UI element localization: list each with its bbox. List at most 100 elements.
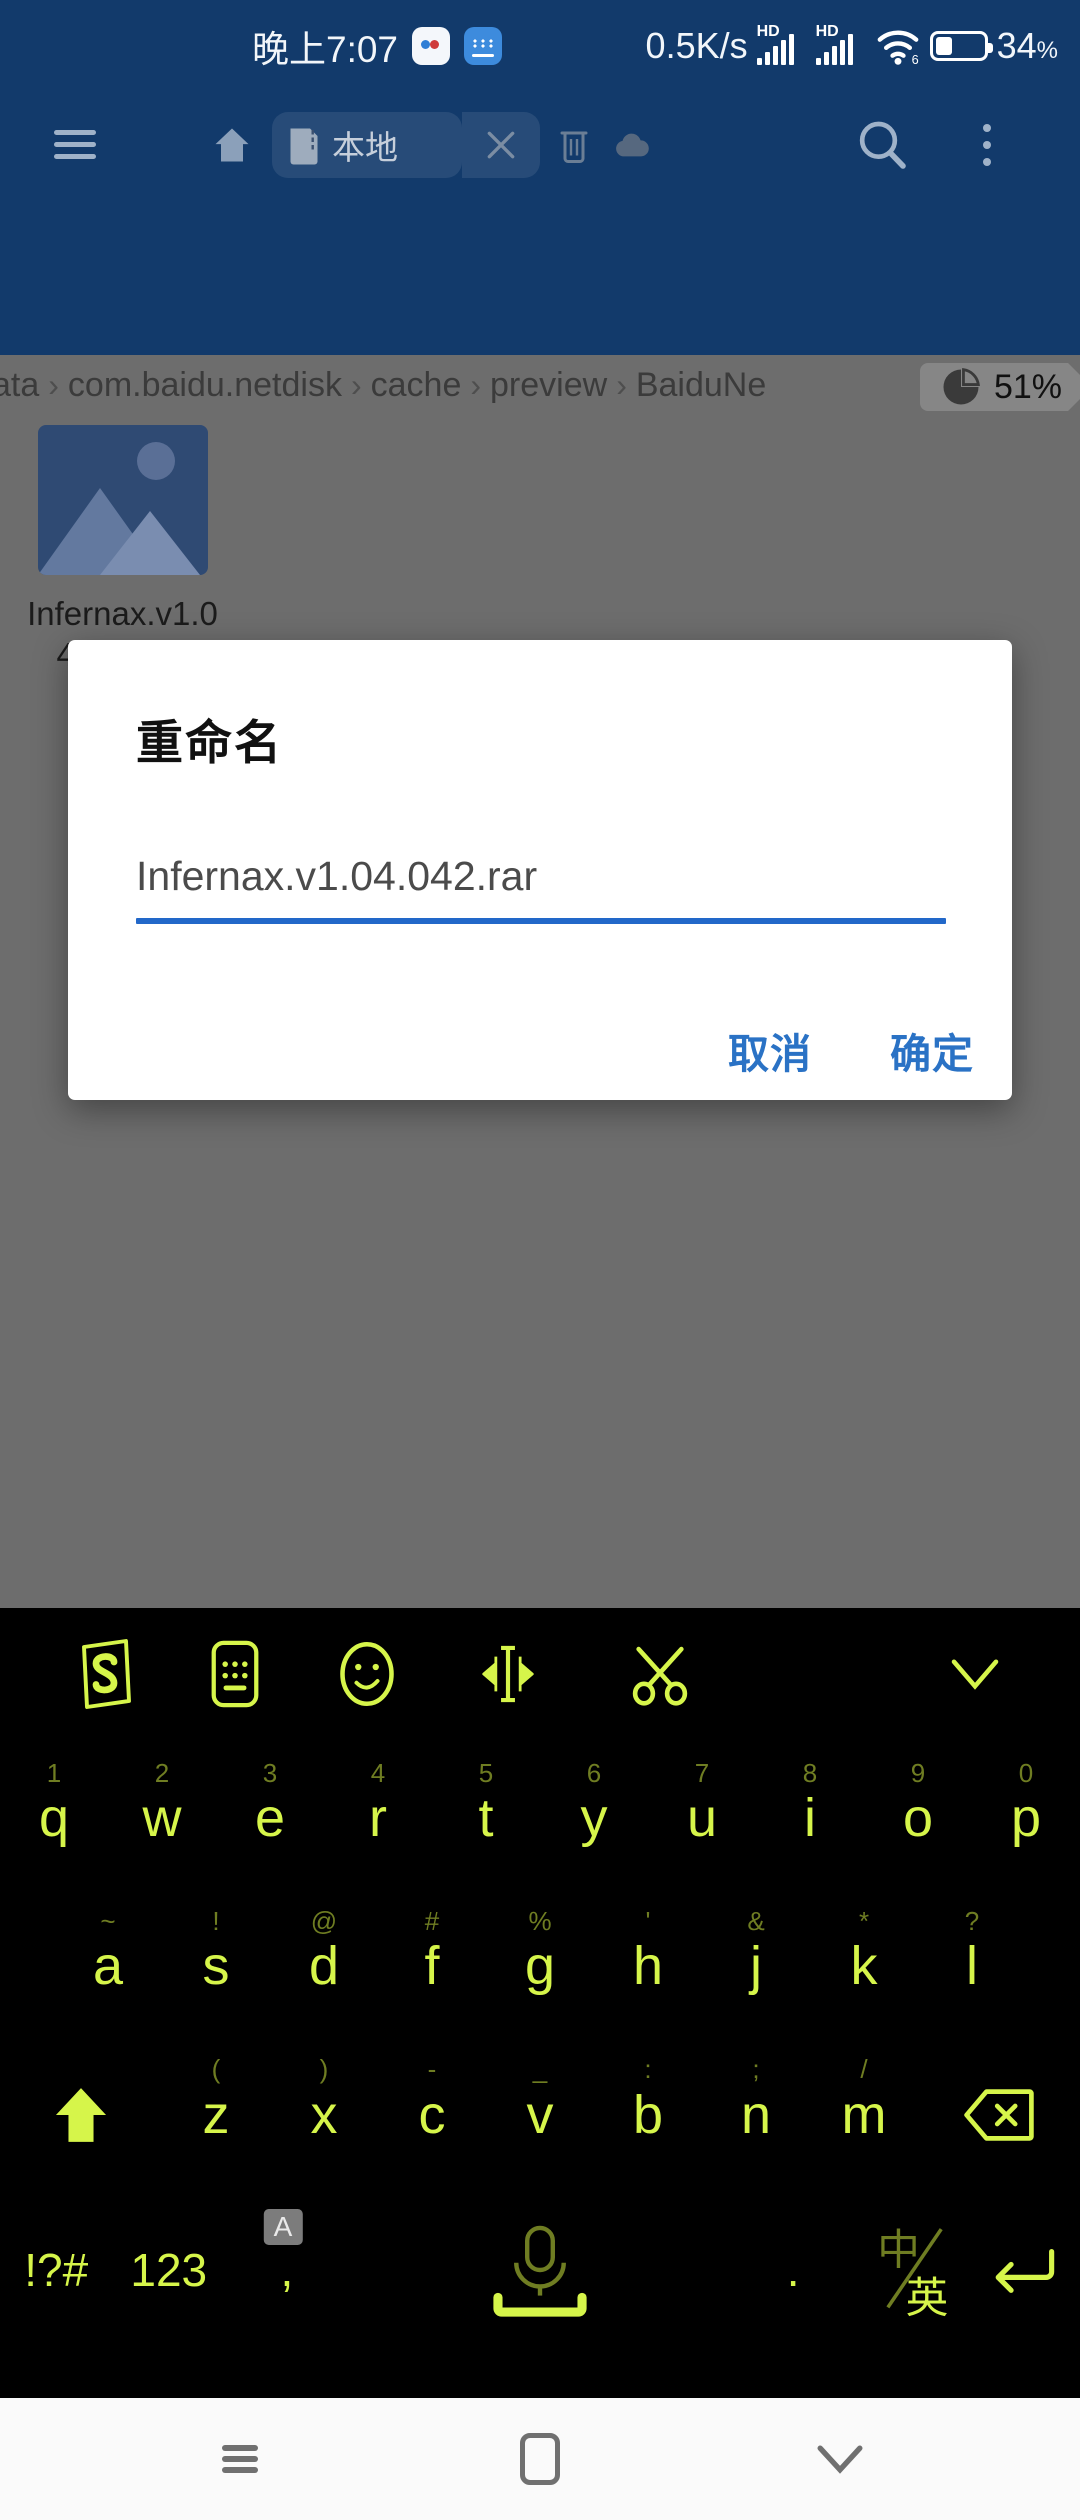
key-alt: 6 [586,1758,602,1788]
collapse-chevron-down-icon [817,2445,863,2474]
symbols-key[interactable]: !?# [0,2190,113,2350]
key-x[interactable]: ) x [270,2040,378,2190]
backspace-key[interactable] [918,2040,1080,2190]
key-y[interactable]: 6y [540,1744,648,1892]
rename-input[interactable] [136,840,946,912]
numbers-key[interactable]: 123 [113,2190,226,2350]
key-label: t [478,1788,494,1848]
key-label: c [418,2085,446,2145]
sogou-logo-icon [82,1639,131,1709]
key-q[interactable]: 1q [0,1744,108,1892]
dialog-title: 重命名 [136,716,283,769]
key-alt: ' [645,1906,651,1936]
period-label: . [786,2244,800,2296]
keyboard-row-4: !?# 123 A , . 中 英 [0,2190,1080,2350]
key-p[interactable]: 0p [972,1744,1080,1892]
key-label: x [310,2085,338,2145]
key-label: a [92,1936,124,1996]
key-o[interactable]: 9o [864,1744,972,1892]
key-v[interactable]: _ v [486,2040,594,2190]
key-c[interactable]: -c [378,2040,486,2190]
key-alt: / [860,2054,868,2084]
sogou-keyboard: 1q 2w 3e 4r 5t 6y 7u 8i 9o 0p ~ a ! s @ d #… [0,1608,1080,2398]
emoji-button[interactable] [312,1608,422,1740]
key-label: w [142,1788,182,1848]
key-alt: 8 [802,1758,818,1788]
enter-key[interactable] [968,2190,1080,2350]
key-alt: _ [532,2054,548,2084]
key-f[interactable]: # f [378,1892,486,2040]
microphone-space-icon [493,2225,587,2317]
space-key[interactable] [349,2190,732,2350]
key-alt: 4 [370,1758,386,1788]
key-h[interactable]: ' h [594,1892,702,2040]
key-u[interactable]: 7u [648,1744,756,1892]
key-label: f [424,1936,440,1996]
keyboard-row-2: ~ a ! s @ d # f % g ' h & j * k ? l [0,1892,1080,2040]
key-t[interactable]: 5t [432,1744,540,1892]
key-alt: ( [211,2054,221,2084]
key-label: d [308,1936,340,1996]
key-g[interactable]: % g [486,1892,594,2040]
key-alt: ? [964,1906,980,1936]
key-label: j [750,1936,762,1996]
key-alt: ) [319,2054,329,2084]
key-l[interactable]: ? l [918,1892,1026,2040]
backspace-icon [964,2089,1034,2141]
sogou-logo-button[interactable] [50,1608,160,1740]
collapse-keyboard-icon [951,1659,999,1690]
key-k[interactable]: * k [810,1892,918,2040]
key-n[interactable]: ; n [702,2040,810,2190]
key-alt: ~ [100,1906,116,1936]
clipboard-button[interactable] [600,1608,720,1740]
keyboard-row-1: 1q 2w 3e 4r 5t 6y 7u 8i 9o 0p [0,1744,1080,1892]
key-d[interactable]: @ d [270,1892,378,2040]
back-button[interactable] [785,2398,895,2520]
keyboard-settings-icon [211,1640,259,1708]
key-alt: : [644,2054,652,2084]
key-label: b [632,2085,664,2145]
cursor-move-button[interactable] [448,1608,568,1740]
key-s[interactable]: ! s [162,1892,270,2040]
key-alt: 2 [154,1758,170,1788]
recents-icon [222,2440,258,2478]
key-alt: - [427,2054,437,2084]
language-toggle-key[interactable]: 中 英 [855,2190,968,2350]
key-alt: ; [752,2054,760,2084]
key-alt: 1 [46,1758,62,1788]
home-button-nav[interactable] [485,2398,595,2520]
key-m[interactable]: / m [810,2040,918,2190]
key-e[interactable]: 3e [216,1744,324,1892]
cursor-move-icon [482,1645,534,1703]
scissors-clipboard-icon [632,1646,688,1706]
key-label: o [902,1788,934,1848]
key-w[interactable]: 2w [108,1744,216,1892]
key-label: k [850,1936,878,1996]
collapse-keyboard-button[interactable] [920,1608,1030,1740]
comma-label: , [280,2244,294,2296]
keyboard-settings-button[interactable] [180,1608,290,1740]
key-a[interactable]: ~ a [54,1892,162,2040]
cancel-button[interactable]: 取消 [728,1020,812,1080]
key-alt: 7 [694,1758,710,1788]
key-z[interactable]: (z [162,2040,270,2190]
key-alt: ! [212,1906,220,1936]
shift-key[interactable] [0,2040,162,2190]
svg-text:英: 英 [906,2275,949,2322]
emoji-icon [340,1641,394,1707]
confirm-button[interactable]: 确定 [890,1020,974,1080]
key-b[interactable]: :b [594,2040,702,2190]
comma-key[interactable]: A , [225,2190,349,2350]
key-label: y [580,1788,608,1848]
keyboard-toolbar [0,1608,1080,1740]
key-i[interactable]: 8i [756,1744,864,1892]
key-j[interactable]: & j [702,1892,810,2040]
key-r[interactable]: 4r [324,1744,432,1892]
recents-button[interactable] [185,2398,295,2520]
input-underline [136,918,946,924]
period-key[interactable]: . [731,2190,855,2350]
android-nav-bar [0,2398,1080,2520]
key-alt: 9 [910,1758,926,1788]
symbols-label: !?# [24,2244,89,2296]
key-label: g [524,1936,556,1996]
